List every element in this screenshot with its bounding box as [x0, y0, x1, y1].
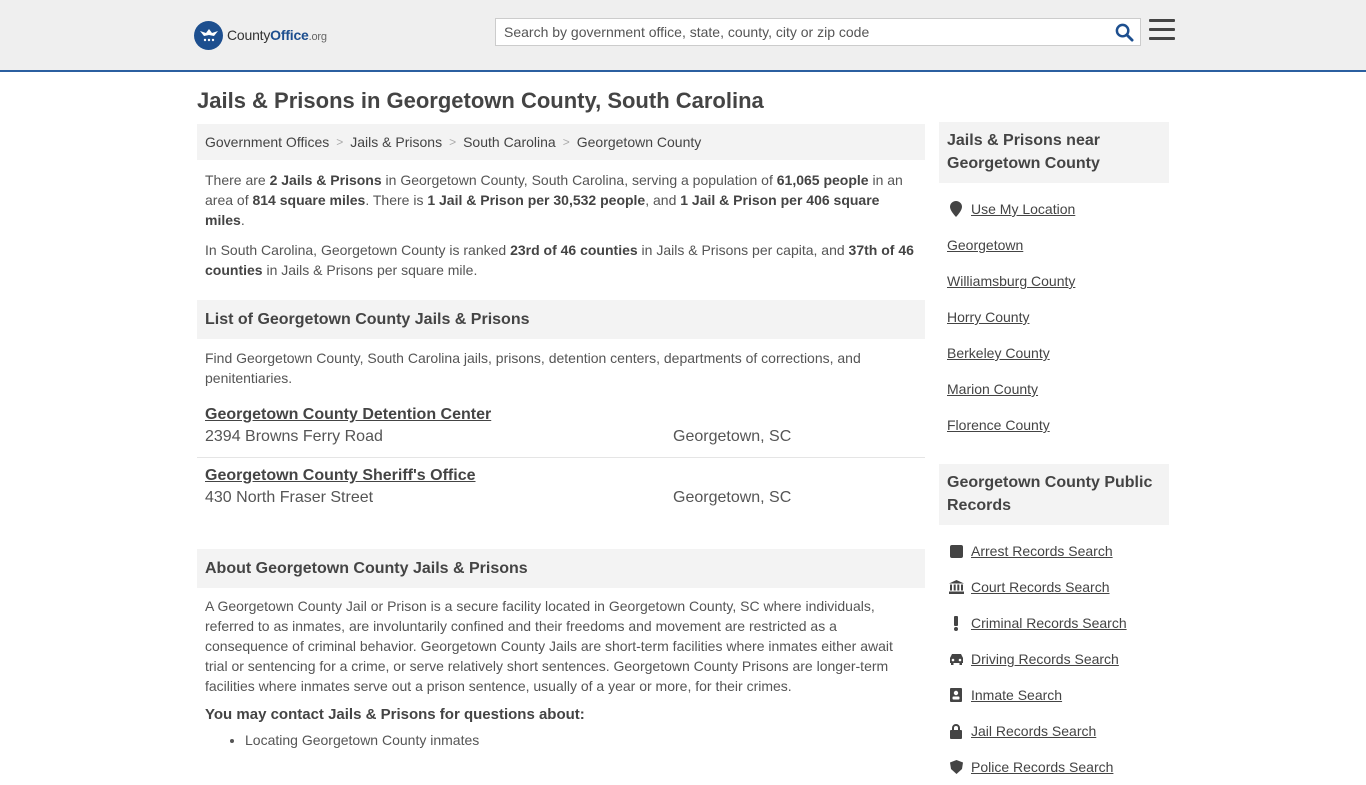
sidebar-item-williamsburg: Williamsburg County — [939, 263, 1169, 299]
shield-icon — [947, 760, 965, 774]
facility-city: Georgetown, SC — [673, 489, 792, 506]
breadcrumb-current: Georgetown County — [576, 134, 702, 150]
sidebar-item-georgetown: Georgetown — [939, 227, 1169, 263]
courthouse-icon — [947, 580, 965, 594]
nearby-link[interactable]: Berkeley County — [947, 345, 1050, 361]
facility-address: 430 North Fraser Street — [205, 489, 374, 506]
about-section-text: A Georgetown County Jail or Prison is a … — [205, 598, 893, 694]
search-icon — [1115, 23, 1134, 42]
driving-records-link[interactable]: Driving Records Search — [971, 651, 1119, 667]
intro-ranking: In South Carolina, Georgetown County is … — [205, 242, 914, 278]
sidebar-public-records: Georgetown County Public Records Arrest … — [939, 464, 1169, 785]
sidebar-nearby: Jails & Prisons near Georgetown County U… — [939, 122, 1169, 443]
search-input[interactable] — [496, 19, 1108, 45]
search-button[interactable] — [1108, 19, 1140, 45]
hamburger-menu-icon[interactable] — [1149, 19, 1175, 43]
facility-address: 2394 Browns Ferry Road — [205, 428, 383, 445]
sidebar-item-court-records: Court Records Search — [939, 569, 1169, 605]
nearby-link[interactable]: Marion County — [947, 381, 1038, 397]
sidebar-item-florence: Florence County — [939, 407, 1169, 443]
sidebar-item-criminal-records: Criminal Records Search — [939, 605, 1169, 641]
search-bar — [495, 18, 1141, 46]
sidebar-nearby-title: Jails & Prisons near Georgetown County — [939, 122, 1169, 183]
nearby-link[interactable]: Horry County — [947, 309, 1029, 325]
court-records-link[interactable]: Court Records Search — [971, 579, 1110, 595]
list-item: Georgetown County Sheriff's Office 430 N… — [197, 458, 925, 507]
logo-wordmark: CountyOffice.org — [227, 27, 327, 43]
site-header: CountyOffice.org — [0, 0, 1366, 72]
breadcrumb-south-carolina[interactable]: South Carolina — [463, 134, 556, 150]
lock-icon — [947, 723, 965, 739]
about-section-title: About Georgetown County Jails & Prisons — [197, 549, 925, 588]
exclamation-icon — [947, 615, 965, 631]
arrest-records-link[interactable]: Arrest Records Search — [971, 543, 1113, 559]
sidebar-item-jail-records: Jail Records Search — [939, 713, 1169, 749]
list-section-title: List of Georgetown County Jails & Prison… — [197, 300, 925, 339]
sidebar-item-marion: Marion County — [939, 371, 1169, 407]
sidebar-item-arrest-records: Arrest Records Search — [939, 533, 1169, 569]
breadcrumb: Government Offices > Jails & Prisons > S… — [197, 124, 925, 160]
use-my-location-link[interactable]: Use My Location — [971, 201, 1075, 217]
breadcrumb-jails-prisons[interactable]: Jails & Prisons — [350, 134, 442, 150]
main-content: Government Offices > Jails & Prisons > S… — [197, 124, 925, 748]
chevron-right-icon: > — [562, 135, 570, 149]
page-title: Jails & Prisons in Georgetown County, So… — [197, 88, 764, 113]
police-records-link[interactable]: Police Records Search — [971, 759, 1113, 775]
criminal-records-link[interactable]: Criminal Records Search — [971, 615, 1127, 631]
contact-heading: You may contact Jails & Prisons for ques… — [205, 706, 585, 723]
breadcrumb-government-offices[interactable]: Government Offices — [205, 134, 329, 150]
sidebar-item-police-records: Police Records Search — [939, 749, 1169, 785]
sidebar-item-driving-records: Driving Records Search — [939, 641, 1169, 677]
list-section-description: Find Georgetown County, South Carolina j… — [205, 350, 861, 386]
id-badge-icon — [947, 688, 965, 702]
site-logo[interactable]: CountyOffice.org — [194, 20, 327, 50]
map-marker-icon — [947, 201, 965, 217]
list-item: Georgetown County Detention Center 2394 … — [197, 406, 925, 458]
nearby-link[interactable]: Williamsburg County — [947, 273, 1075, 289]
sidebar-item-berkeley: Berkeley County — [939, 335, 1169, 371]
car-icon — [947, 653, 965, 665]
chevron-right-icon: > — [336, 135, 344, 149]
facility-link-sheriffs-office[interactable]: Georgetown County Sheriff's Office — [205, 467, 476, 484]
eagle-logo-icon — [194, 20, 223, 50]
sidebar-item-use-my-location: Use My Location — [939, 191, 1169, 227]
nearby-link[interactable]: Georgetown — [947, 237, 1023, 253]
facility-city: Georgetown, SC — [673, 428, 792, 445]
square-icon — [947, 544, 965, 558]
list-item: Locating Georgetown County inmates — [245, 732, 925, 748]
sidebar-records-title: Georgetown County Public Records — [939, 464, 1169, 525]
nearby-link[interactable]: Florence County — [947, 417, 1050, 433]
intro-stats: There are 2 Jails & Prisons in Georgetow… — [205, 172, 903, 228]
sidebar-item-inmate-search: Inmate Search — [939, 677, 1169, 713]
inmate-search-link[interactable]: Inmate Search — [971, 687, 1062, 703]
sidebar-item-horry: Horry County — [939, 299, 1169, 335]
facility-link-detention-center[interactable]: Georgetown County Detention Center — [205, 406, 491, 423]
chevron-right-icon: > — [449, 135, 457, 149]
contact-topics-list: Locating Georgetown County inmates — [197, 732, 925, 748]
jail-records-link[interactable]: Jail Records Search — [971, 723, 1096, 739]
